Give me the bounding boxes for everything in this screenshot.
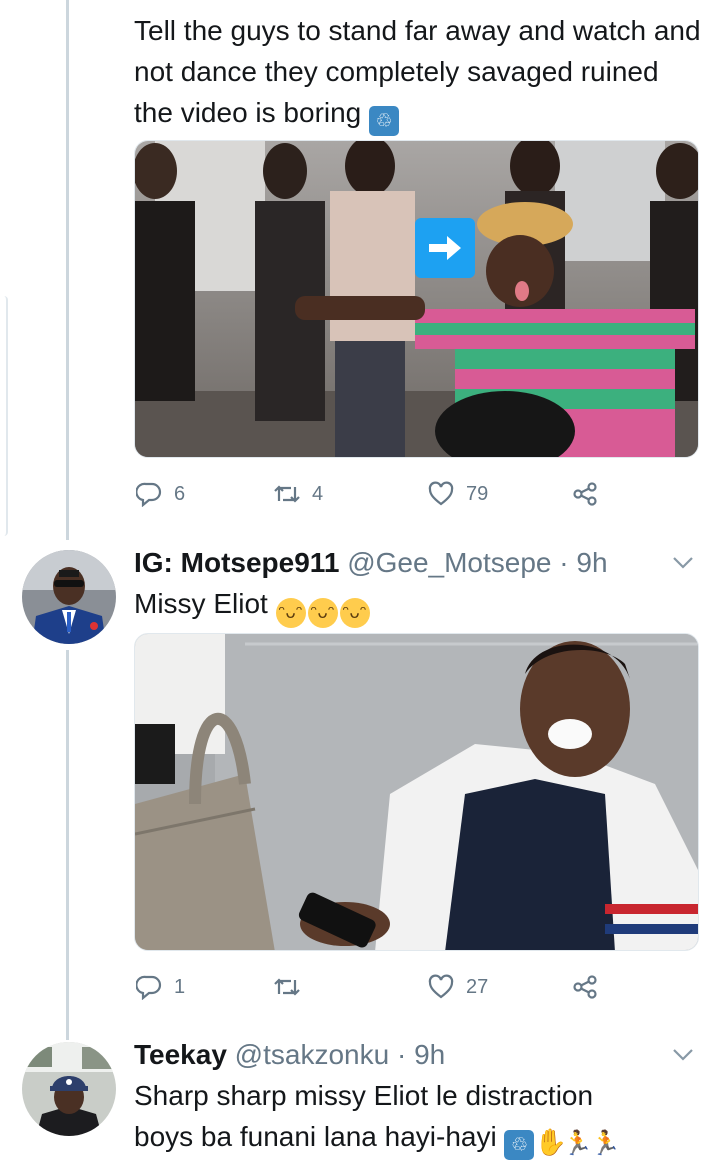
retweet-button[interactable] <box>274 972 312 1002</box>
timestamp[interactable]: 9h <box>576 547 607 578</box>
share-button[interactable] <box>572 479 598 509</box>
username[interactable]: @tsakzonku <box>235 1039 390 1070</box>
reply-icon <box>136 975 162 1000</box>
like-button[interactable]: 27 <box>428 972 488 1002</box>
raised-hand-emoji-icon: ✋ <box>534 1128 567 1158</box>
chevron-down-icon[interactable] <box>672 1048 694 1062</box>
like-count: 79 <box>466 482 489 505</box>
share-icon <box>573 482 597 506</box>
separator: · <box>389 1039 415 1070</box>
retweet-icon <box>274 978 300 996</box>
tweet-text: Missy Eliot ᵔᴗᵔ ᵔᴗᵔ ᵔᴗᵔ <box>134 583 694 628</box>
display-name[interactable]: IG: Motsepe911 <box>134 547 339 578</box>
face-with-tears-of-joy-emoji-icon: ᵔᴗᵔ <box>307 598 338 628</box>
face-with-tears-of-joy-emoji-icon: ᵔᴗᵔ <box>275 598 306 628</box>
retweet-button[interactable]: 4 <box>274 479 323 509</box>
scroll-indicator[interactable] <box>0 296 8 536</box>
chevron-down-icon[interactable] <box>672 556 694 570</box>
share-button[interactable] <box>572 972 598 1002</box>
share-icon <box>573 975 597 999</box>
reply-button[interactable]: 6 <box>136 479 185 509</box>
timestamp[interactable]: 9h <box>414 1039 445 1070</box>
tweet-text: Tell the guys to stand far away and watc… <box>134 10 704 136</box>
retweet-count: 4 <box>312 482 324 505</box>
separator: · <box>551 547 577 578</box>
tweet-photo[interactable] <box>134 633 699 951</box>
tweet-header: Teekay @tsakzonku · 9h <box>134 1039 445 1071</box>
reply-icon <box>136 482 162 507</box>
tweet-actions: 6 4 79 <box>134 479 604 509</box>
reply-count: 6 <box>174 482 186 505</box>
heart-icon <box>428 481 454 506</box>
face-with-tears-of-joy-emoji-icon: ᵔᴗᵔ <box>339 598 370 628</box>
username[interactable]: @Gee_Motsepe <box>347 547 551 578</box>
tweet-actions: 1 27 <box>134 972 604 1002</box>
tweet-video-thumbnail[interactable] <box>134 140 699 458</box>
runner-emoji-icon: 🏃 <box>562 1129 593 1157</box>
reply-count: 1 <box>174 975 186 998</box>
tweet-header: IG: Motsepe911 @Gee_Motsepe · 9h <box>134 547 608 579</box>
avatar[interactable] <box>22 550 116 644</box>
reply-button[interactable]: 1 <box>136 972 185 1002</box>
arrow-right-icon <box>415 218 475 278</box>
thread-line <box>66 650 69 1040</box>
runner-emoji-icon: 🏃 <box>590 1129 621 1157</box>
tweet-text: Sharp sharp missy Eliot le distraction b… <box>134 1080 621 1160</box>
display-name[interactable]: Teekay <box>134 1039 227 1070</box>
heart-icon <box>428 974 454 999</box>
avatar[interactable] <box>22 1042 116 1136</box>
litter-bin-emoji-icon: ♲ <box>504 1130 535 1160</box>
thread-line <box>66 0 69 540</box>
retweet-icon <box>274 485 300 503</box>
like-button[interactable]: 79 <box>428 479 488 509</box>
like-count: 27 <box>466 975 489 998</box>
litter-bin-emoji-icon: ♲ <box>369 106 400 136</box>
